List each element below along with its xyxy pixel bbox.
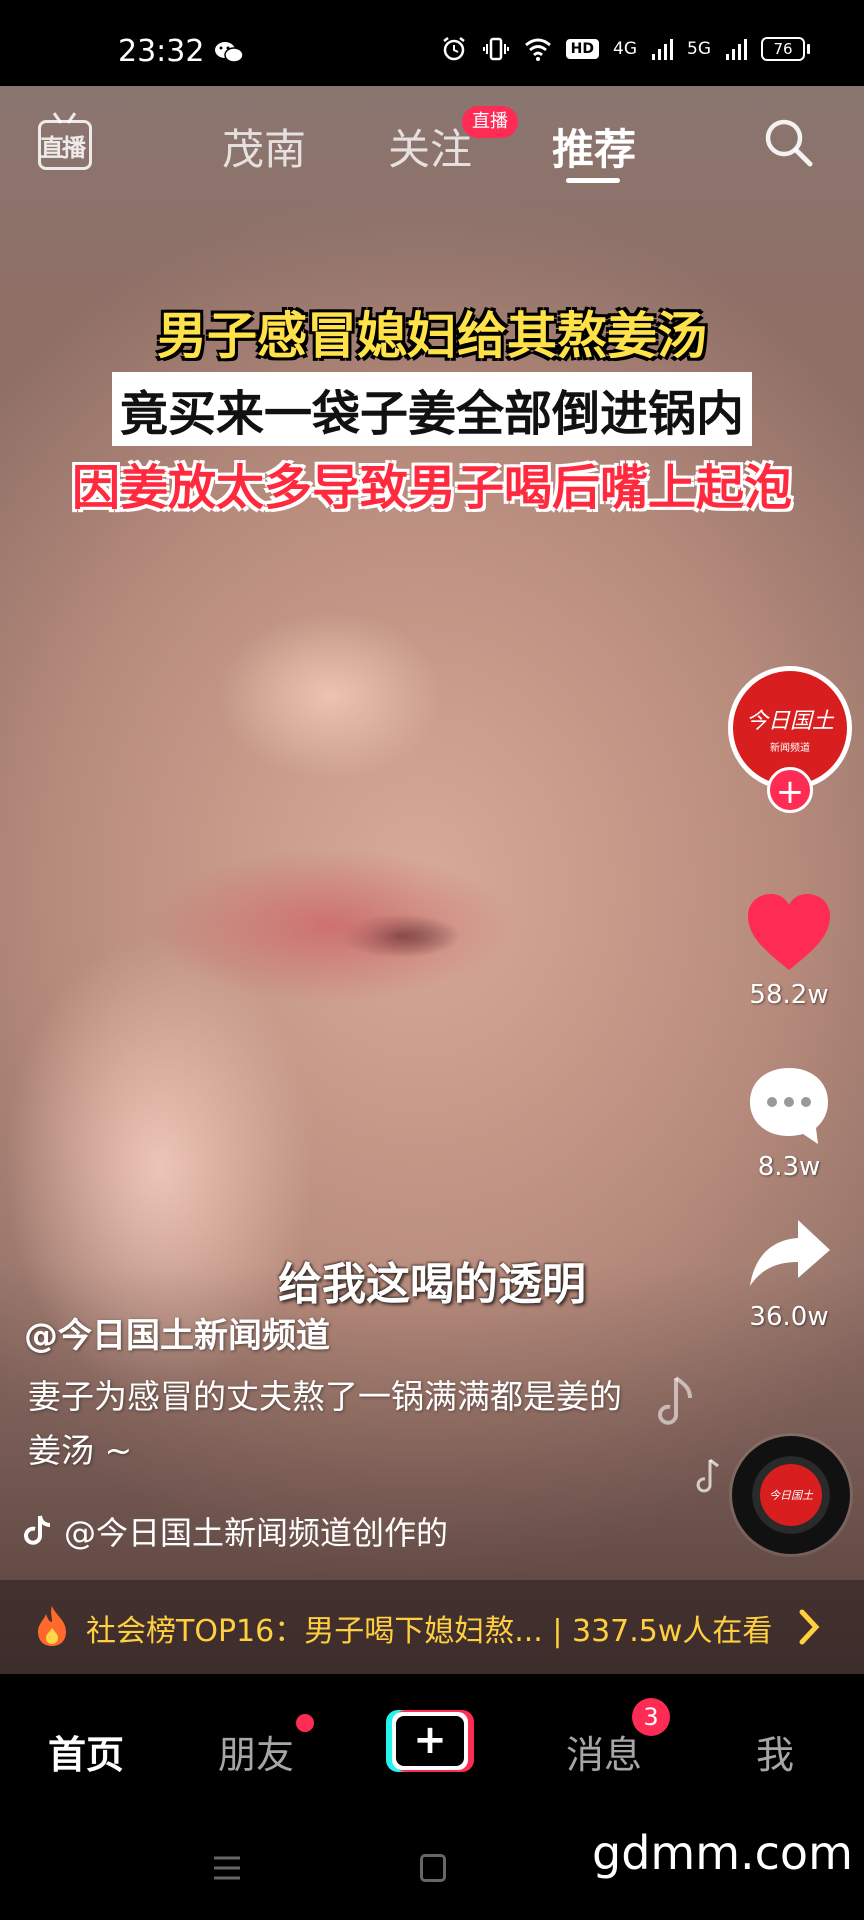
bottom-tab-bar: 首页 朋友 + 消息 3 我 [0, 1674, 864, 1820]
status-icons: HD 4G 5G 76 [440, 36, 810, 62]
system-nav-bar: gdmm.com [0, 1820, 864, 1920]
home-square-icon[interactable] [420, 1854, 446, 1882]
signal-icon [652, 39, 673, 60]
like-count: 58.2w [749, 980, 829, 1010]
menu-icon[interactable] [212, 1854, 242, 1882]
author-handle[interactable]: @今日国土新闻频道 [24, 1308, 330, 1357]
video-caption-line-3: 因姜放太多导致男子喝后嘴上起泡 [71, 460, 793, 516]
vibrate-icon [482, 37, 509, 61]
music-label: @今日国土新闻频道创作的 [64, 1514, 449, 1552]
music-disc[interactable]: 今日国土 [732, 1436, 850, 1554]
signal-5g-label: 5G [687, 39, 711, 59]
bottom-tab-me[interactable]: 我 [756, 1724, 794, 1779]
wifi-icon [524, 38, 551, 61]
status-time: 23:32 [118, 34, 205, 69]
bottom-tab-friends[interactable]: 朋友 [218, 1724, 294, 1779]
heart-icon [748, 894, 830, 970]
bottom-tab-home[interactable]: 首页 [48, 1724, 124, 1779]
messages-badge: 3 [632, 1698, 670, 1736]
wechat-icon [215, 42, 244, 63]
plus-icon: + [396, 1716, 464, 1766]
share-count: 36.0w [749, 1302, 829, 1332]
live-icon-label: 直播 [40, 134, 86, 162]
share-arrow-icon [750, 1220, 830, 1286]
status-bar: 23:32 HD 4G 5G 76 [0, 0, 864, 86]
flame-icon [38, 1606, 66, 1646]
comment-count: 8.3w [757, 1152, 821, 1182]
tab-following[interactable]: 关注 [388, 116, 472, 177]
battery-icon: 76 [761, 37, 810, 61]
music-info[interactable]: @今日国土新闻频道创作的 [24, 1508, 464, 1554]
battery-level: 76 [761, 37, 805, 61]
signal-4g-label: 4G [613, 39, 637, 59]
top-nav: 直播 茂南 关注 推荐 [0, 86, 864, 196]
active-tab-indicator [566, 178, 620, 183]
bottom-tab-messages[interactable]: 消息 [566, 1724, 642, 1779]
share-button[interactable]: 36.0w [734, 1212, 844, 1332]
video-caption-line-2: 竟买来一袋子姜全部倒进锅内 [111, 372, 753, 446]
hot-ranking-bar[interactable]: 社会榜TOP16：男子喝下媳妇熬... | 337.5w人在看 [0, 1580, 864, 1674]
music-note-icon [658, 1376, 692, 1425]
tab-local[interactable]: 茂南 [222, 116, 306, 177]
avatar-text: 今日国土 [745, 708, 834, 734]
live-tv-icon[interactable]: 直播 [36, 112, 94, 170]
watermark: gdmm.com [592, 1826, 853, 1880]
avatar-subtext: 新闻频道 [770, 742, 810, 754]
create-post-button[interactable]: + [386, 1710, 474, 1772]
friends-notification-dot [296, 1714, 314, 1732]
comment-icon [750, 1068, 828, 1144]
live-badge: 直播 [462, 106, 518, 138]
follow-button[interactable]: + [767, 767, 813, 813]
search-icon[interactable] [762, 116, 814, 168]
chevron-right-icon [799, 1609, 820, 1645]
signal-icon [726, 39, 747, 60]
tiktok-note-icon [24, 1515, 51, 1545]
like-button[interactable]: 58.2w [734, 890, 844, 1010]
disc-label: 今日国土 [760, 1464, 822, 1526]
tab-recommended[interactable]: 推荐 [552, 116, 636, 177]
video-description[interactable]: 妻子为感冒的丈夫熬了一锅满满都是姜的姜汤 ~ [28, 1370, 628, 1478]
comment-button[interactable]: 8.3w [734, 1062, 844, 1182]
alarm-icon [442, 37, 465, 61]
video-subtitle: 给我这喝的透明 [278, 1259, 586, 1310]
hot-ranking-text: 社会榜TOP16：男子喝下媳妇熬... | 337.5w人在看 [86, 1614, 773, 1649]
video-caption-line-1: 男子感冒媳妇给其熬姜汤 [157, 307, 707, 365]
music-note-icon [696, 1458, 719, 1493]
hd-icon: HD [565, 39, 599, 59]
